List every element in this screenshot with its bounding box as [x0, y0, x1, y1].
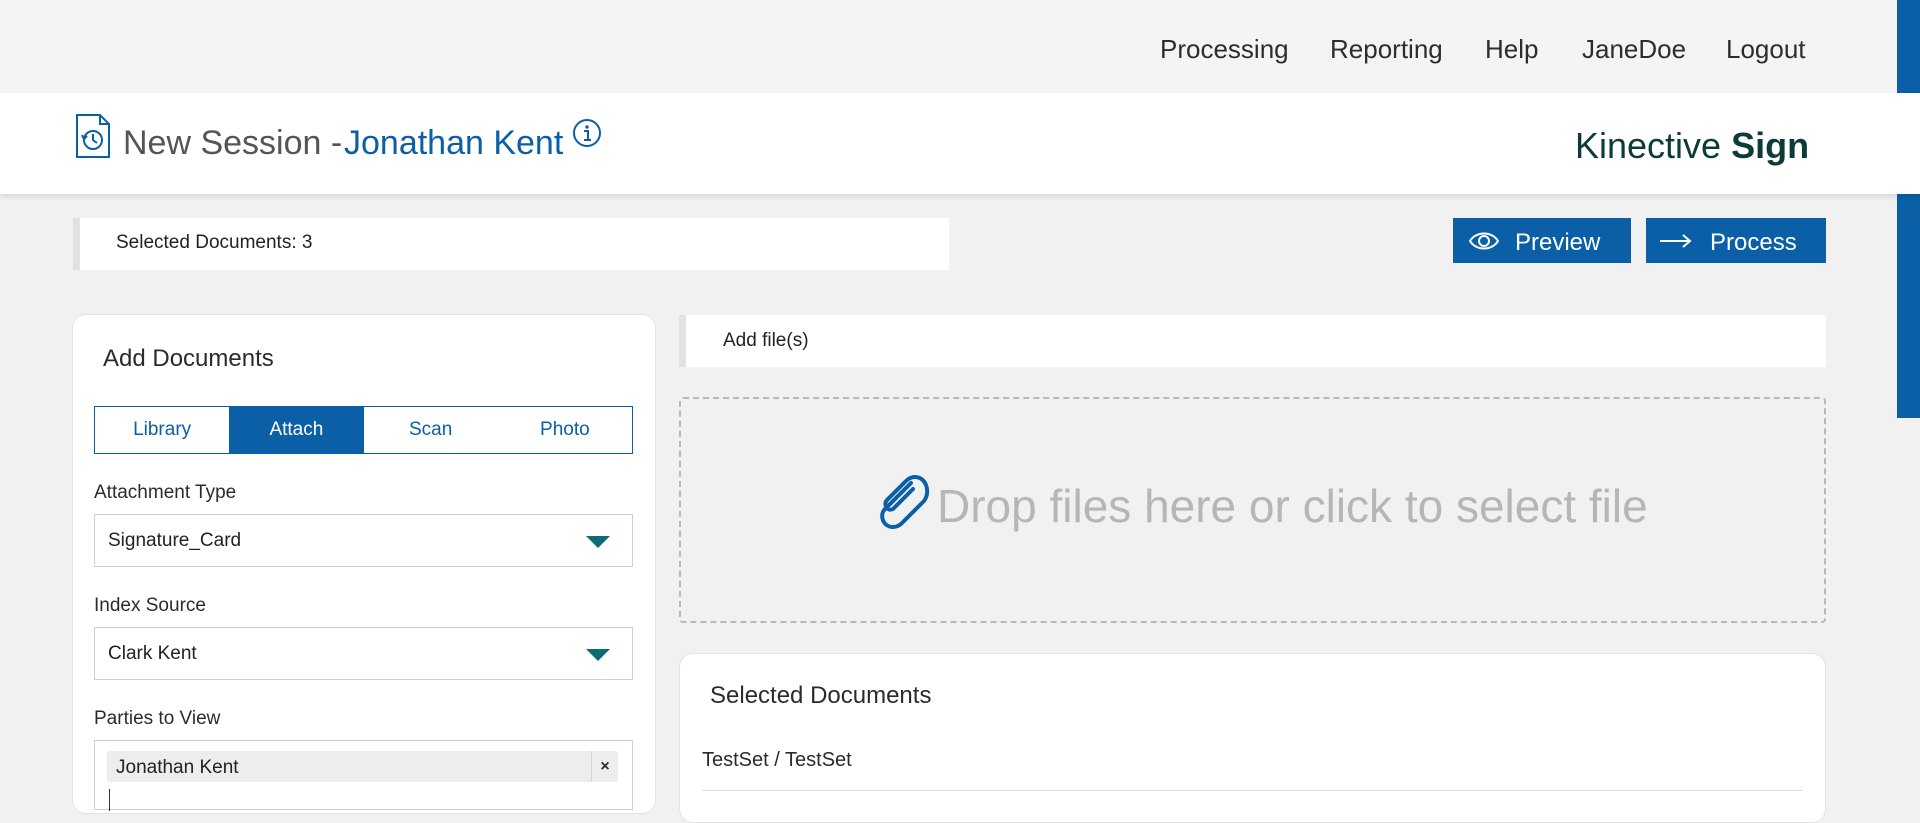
selected-documents-panel [679, 653, 1826, 823]
nav-help[interactable]: Help [1485, 34, 1538, 65]
remove-party-button[interactable]: × [591, 751, 618, 782]
tab-photo[interactable]: Photo [498, 407, 632, 453]
brand-bold: Sign [1731, 125, 1810, 166]
parties-to-view-label: Parties to View [94, 708, 221, 729]
attachment-type-select[interactable]: Signature_Card [94, 514, 633, 567]
source-tabs: Library Attach Scan Photo [94, 406, 633, 454]
tab-library[interactable]: Library [95, 407, 229, 453]
paperclip-icon [880, 475, 930, 529]
document-history-icon [76, 114, 110, 158]
brand-light: Kinective [1575, 125, 1732, 166]
party-chip-label: Jonathan Kent [116, 757, 239, 778]
attachment-type-value: Signature_Card [108, 530, 242, 551]
file-dropzone[interactable]: Drop files here or click to select file [679, 397, 1826, 623]
process-label: Process [1710, 229, 1797, 256]
add-files-label: Add file(s) [723, 330, 809, 351]
party-chip: Jonathan Kent × [107, 751, 618, 782]
process-button[interactable]: Process [1646, 218, 1826, 263]
index-source-label: Index Source [94, 595, 206, 616]
preview-button[interactable]: Preview [1453, 218, 1631, 263]
selected-documents-count: Selected Documents: 3 [116, 232, 313, 253]
customer-name: Jonathan Kent [344, 124, 564, 162]
document-set-name: TestSet / TestSet [702, 749, 852, 771]
selected-documents-title: Selected Documents [710, 682, 932, 709]
nav-user[interactable]: JaneDoe [1582, 34, 1686, 65]
text-cursor [109, 789, 110, 811]
add-documents-title: Add Documents [103, 345, 274, 372]
selected-documents-bar: Selected Documents: 3 [73, 218, 949, 270]
top-navigation: Processing Reporting Help JaneDoe Logout [0, 0, 1920, 93]
index-source-select[interactable]: Clark Kent [94, 627, 633, 680]
brand-logo: Kinective Sign [1575, 125, 1809, 167]
chevron-down-icon [586, 536, 610, 548]
chevron-down-icon [586, 649, 610, 661]
add-files-bar: Add file(s) [679, 315, 1826, 367]
info-icon[interactable] [572, 118, 602, 148]
nav-logout[interactable]: Logout [1726, 34, 1806, 65]
dropzone-text: Drop files here or click to select file [937, 480, 1648, 532]
divider [702, 790, 1803, 791]
scrollbar-thumb[interactable] [1897, 0, 1920, 418]
attachment-type-label: Attachment Type [94, 482, 237, 503]
nav-processing[interactable]: Processing [1160, 34, 1289, 65]
eye-icon [1468, 232, 1500, 250]
tab-scan[interactable]: Scan [364, 407, 498, 453]
arrow-right-icon [1660, 234, 1692, 248]
tab-attach[interactable]: Attach [229, 407, 364, 453]
page-title-prefix: New Session - [123, 124, 343, 162]
index-source-value: Clark Kent [108, 643, 197, 664]
preview-label: Preview [1515, 229, 1601, 256]
page-header: New Session - Jonathan Kent Kinective Si… [0, 93, 1920, 194]
nav-reporting[interactable]: Reporting [1330, 34, 1443, 65]
